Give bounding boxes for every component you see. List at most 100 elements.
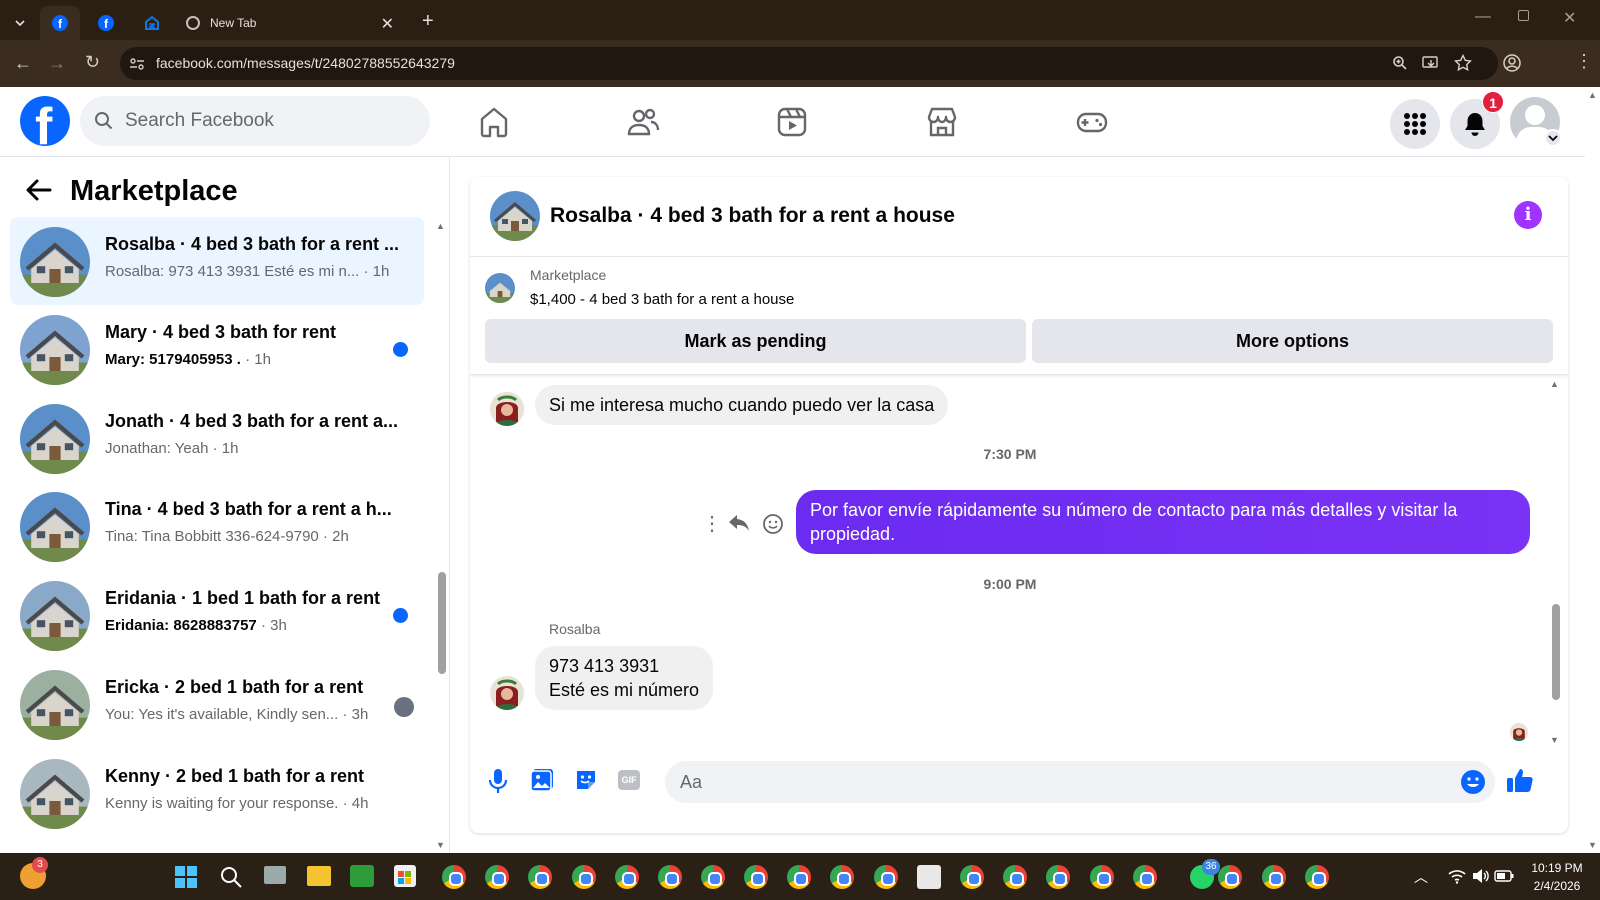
chrome-taskbar-icon[interactable] bbox=[528, 865, 552, 889]
file-explorer-icon[interactable] bbox=[307, 866, 331, 886]
chrome-taskbar-icon[interactable] bbox=[658, 865, 682, 889]
chrome-taskbar-icon[interactable] bbox=[615, 865, 639, 889]
close-tab-icon[interactable]: ✕ bbox=[381, 14, 394, 34]
emoji-icon[interactable] bbox=[1460, 769, 1486, 795]
install-app-icon[interactable] bbox=[1422, 55, 1440, 71]
more-actions-icon[interactable]: ⋮ bbox=[702, 511, 722, 536]
search-placeholder[interactable]: Search Facebook bbox=[125, 110, 274, 132]
chrome-taskbar-icon[interactable] bbox=[1133, 865, 1157, 889]
scroll-up-icon[interactable]: ▲ bbox=[436, 221, 445, 231]
chrome-taskbar-icon[interactable] bbox=[1305, 865, 1329, 889]
chrome-taskbar-icon[interactable] bbox=[701, 865, 725, 889]
chrome-taskbar-icon[interactable] bbox=[1262, 865, 1286, 889]
close-window-icon[interactable]: ✕ bbox=[1563, 8, 1576, 28]
reload-icon[interactable]: ↻ bbox=[85, 53, 100, 71]
chrome-taskbar-icon[interactable] bbox=[572, 865, 596, 889]
friends-icon[interactable] bbox=[626, 105, 660, 139]
gaming-icon[interactable] bbox=[1075, 105, 1109, 139]
thread-scroll-up-icon[interactable]: ▲ bbox=[1550, 379, 1559, 389]
omnibox[interactable]: facebook.com/messages/t/2480278855264327… bbox=[120, 47, 1498, 80]
react-emoji-icon[interactable] bbox=[762, 513, 784, 535]
listing-title[interactable]: $1,400 - 4 bed 3 bath for a rent a house bbox=[530, 291, 794, 308]
like-thumb-icon[interactable] bbox=[1506, 766, 1534, 794]
menu-kebab-icon[interactable]: ⋮ bbox=[1575, 52, 1593, 70]
sidebar-scrollbar-thumb[interactable] bbox=[438, 572, 446, 674]
restore-icon[interactable] bbox=[1518, 10, 1529, 21]
more-options-button[interactable]: More options bbox=[1032, 319, 1553, 363]
gif-icon[interactable]: GIF bbox=[618, 770, 640, 790]
tab-facebook-2[interactable]: f bbox=[86, 6, 126, 40]
reply-icon[interactable] bbox=[728, 513, 750, 533]
chat-title[interactable]: Rosalba · 4 bed 3 bath for a rent a hous… bbox=[550, 204, 955, 228]
message-bubble-incoming[interactable]: 973 413 3931 Esté es mi número bbox=[535, 646, 714, 710]
chrome-taskbar-icon[interactable] bbox=[485, 865, 509, 889]
chrome-taskbar-icon[interactable] bbox=[830, 865, 854, 889]
message-input[interactable]: Aa bbox=[665, 761, 1495, 803]
photo-icon[interactable] bbox=[530, 768, 554, 792]
home-icon[interactable] bbox=[477, 105, 511, 139]
facebook-logo-icon[interactable]: f bbox=[20, 96, 70, 146]
chat-avatar[interactable] bbox=[490, 191, 540, 241]
page-scroll-down-icon[interactable]: ▼ bbox=[1588, 840, 1597, 850]
scroll-down-icon[interactable]: ▼ bbox=[436, 840, 445, 850]
forward-icon[interactable]: → bbox=[48, 54, 66, 72]
thread-scroll-down-icon[interactable]: ▼ bbox=[1550, 735, 1559, 745]
spreadsheet-app-icon[interactable] bbox=[350, 865, 374, 887]
thread-scrollbar-thumb[interactable] bbox=[1552, 604, 1560, 700]
chrome-taskbar-icon[interactable] bbox=[744, 865, 768, 889]
marketplace-icon[interactable] bbox=[925, 105, 959, 139]
conversation-item[interactable]: Tina · 4 bed 3 bath for a rent a h... Tin… bbox=[10, 482, 424, 570]
back-icon[interactable]: ← bbox=[14, 54, 32, 72]
back-arrow-icon[interactable] bbox=[26, 179, 52, 201]
tab-new-tab[interactable]: New Tab ✕ bbox=[178, 6, 406, 40]
tab-facebook-1[interactable]: f bbox=[40, 6, 80, 40]
chrome-taskbar-icon[interactable] bbox=[442, 865, 466, 889]
account-chevron-icon[interactable] bbox=[1544, 129, 1562, 147]
listing-thumbnail[interactable] bbox=[485, 273, 515, 303]
conversation-item[interactable]: Jonath · 4 bed 3 bath for a rent a... Jon… bbox=[10, 394, 424, 482]
info-icon[interactable]: i bbox=[1514, 201, 1542, 229]
wifi-icon[interactable] bbox=[1448, 868, 1466, 884]
sender-avatar[interactable] bbox=[490, 676, 524, 710]
task-view-icon[interactable] bbox=[264, 866, 286, 884]
sender-avatar[interactable] bbox=[490, 392, 524, 426]
chrome-taskbar-icon[interactable] bbox=[1003, 865, 1027, 889]
chrome-taskbar-icon[interactable] bbox=[787, 865, 811, 889]
clock-time[interactable]: 10:19 PM bbox=[1522, 861, 1592, 875]
notifications-button[interactable]: 1 bbox=[1450, 91, 1504, 149]
zoom-icon[interactable] bbox=[1392, 55, 1408, 71]
new-tab-button[interactable]: + bbox=[422, 10, 434, 33]
battery-icon[interactable] bbox=[1494, 869, 1514, 883]
tab-search-button[interactable] bbox=[6, 6, 34, 40]
conversation-item[interactable]: Rosalba · 4 bed 3 bath for a rent ... Ros… bbox=[10, 217, 424, 305]
taskbar-search-icon[interactable] bbox=[219, 865, 243, 889]
microphone-icon[interactable] bbox=[488, 768, 508, 794]
windows-start-icon[interactable] bbox=[174, 865, 198, 889]
chrome-taskbar-icon[interactable] bbox=[1046, 865, 1070, 889]
conversation-item[interactable]: Kenny · 2 bed 1 bath for a rent Kenny is … bbox=[10, 749, 424, 837]
url-text[interactable]: facebook.com/messages/t/2480278855264327… bbox=[156, 55, 455, 71]
clock-date[interactable]: 2/4/2026 bbox=[1522, 879, 1592, 893]
conversation-item[interactable]: Mary · 4 bed 3 bath for rent Mary: 517940… bbox=[10, 305, 424, 393]
store-icon[interactable] bbox=[394, 865, 416, 887]
whatsapp-icon[interactable]: 36 bbox=[1190, 859, 1220, 889]
sticker-icon[interactable] bbox=[574, 768, 598, 792]
snipping-tool-icon[interactable] bbox=[917, 865, 941, 889]
chrome-taskbar-icon[interactable] bbox=[960, 865, 984, 889]
tray-chevron-icon[interactable]: ︿ bbox=[1414, 867, 1428, 887]
page-scroll-up-icon[interactable]: ▲ bbox=[1588, 90, 1597, 100]
conversation-item[interactable]: Ericka · 2 bed 1 bath for a rent You: Yes… bbox=[10, 660, 424, 748]
chrome-taskbar-icon[interactable] bbox=[874, 865, 898, 889]
weather-widget-icon[interactable]: 3 bbox=[20, 857, 48, 889]
chrome-taskbar-icon[interactable] bbox=[1218, 865, 1242, 889]
volume-icon[interactable] bbox=[1472, 868, 1490, 884]
mark-as-pending-button[interactable]: Mark as pending bbox=[485, 319, 1026, 363]
bookmark-star-icon[interactable] bbox=[1454, 54, 1472, 72]
message-bubble-incoming[interactable]: Si me interesa mucho cuando puedo ver la… bbox=[535, 385, 949, 425]
message-input-placeholder[interactable]: Aa bbox=[680, 772, 702, 793]
tab-zillow[interactable] bbox=[132, 6, 172, 40]
message-bubble-outgoing[interactable]: Por favor envíe rápidamente su número de… bbox=[796, 490, 1530, 554]
search-box[interactable]: Search Facebook bbox=[80, 96, 430, 146]
conversation-item[interactable]: Eridania · 1 bed 1 bath for a rent Eridan… bbox=[10, 571, 424, 659]
site-info-icon[interactable] bbox=[129, 56, 145, 72]
